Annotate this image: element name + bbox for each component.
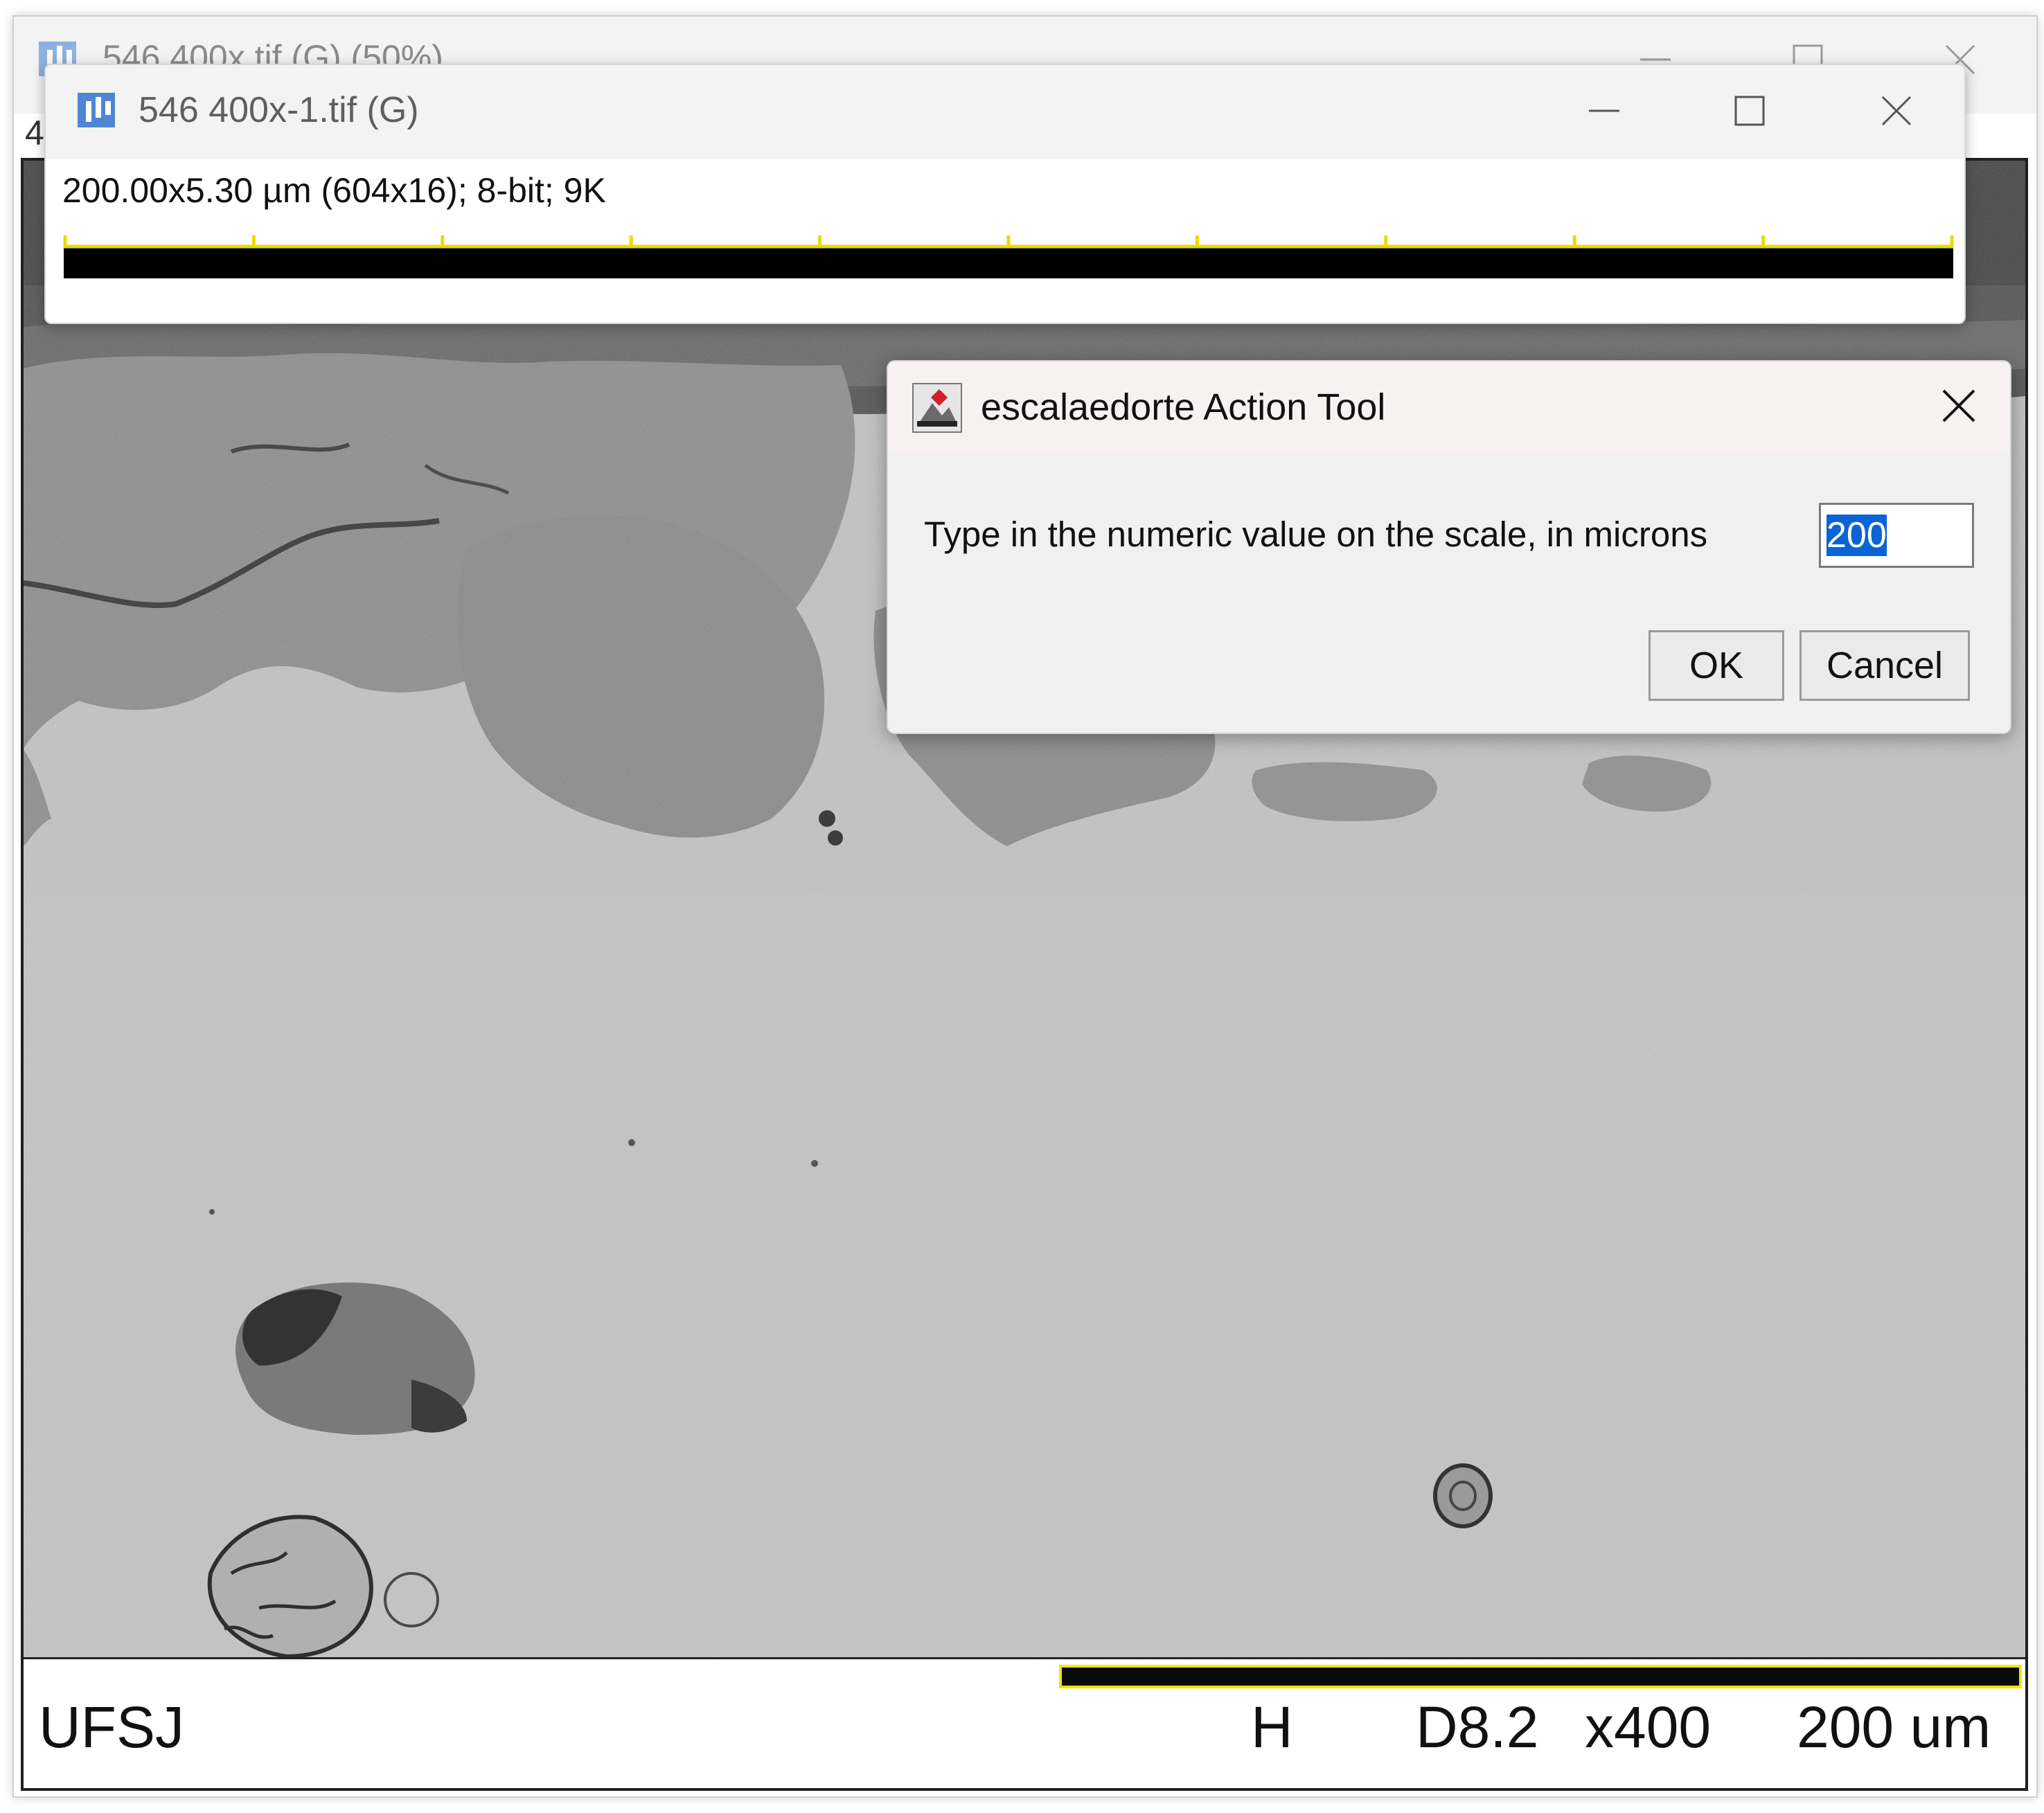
dialog-title: escalaedorte Action Tool <box>981 386 1386 428</box>
minimize-icon[interactable] <box>1585 91 1624 130</box>
sem-working-distance-label: D8.2 <box>1416 1695 1539 1760</box>
action-tool-icon <box>912 383 962 433</box>
close-icon[interactable] <box>1938 385 1980 427</box>
scale-window-title: 546 400x-1.tif (G) <box>139 90 419 130</box>
sem-institution-label: UFSJ <box>39 1695 184 1760</box>
sem-scale-bar <box>1059 1665 2022 1688</box>
sem-info-bar: UFSJ H D8.2 x400 200 um <box>24 1657 2025 1788</box>
imagej-icon <box>78 93 115 127</box>
close-icon[interactable] <box>1877 91 1916 130</box>
dialog-prompt-label: Type in the numeric value on the scale, … <box>924 515 1708 554</box>
scale-window-titlebar[interactable]: 546 400x-1.tif (G) <box>46 65 1964 159</box>
cancel-button[interactable]: Cancel <box>1799 630 1970 701</box>
dialog-titlebar[interactable]: escalaedorte Action Tool <box>888 361 2010 454</box>
sem-scale-label: 200 um <box>1797 1695 1991 1760</box>
imagej-scale-bar <box>63 235 1954 278</box>
scale-bar-window[interactable]: 546 400x-1.tif (G) 200.00x5.30 µm (604x1… <box>44 64 1966 324</box>
action-tool-dialog[interactable]: escalaedorte Action Tool Type in the num… <box>887 360 2011 734</box>
maximize-icon[interactable] <box>1730 91 1769 130</box>
sem-mode-label: H <box>1251 1695 1293 1760</box>
ok-button[interactable]: OK <box>1648 630 1784 701</box>
sem-magnification-label: x400 <box>1585 1695 1712 1760</box>
back-window-info: 4 <box>25 114 44 152</box>
scale-value-input[interactable] <box>1819 503 1974 568</box>
scale-window-info: 200.00x5.30 µm (604x16); 8-bit; 9K <box>62 171 606 210</box>
desktop: 546 400x.tif (G) (50%) 4 UFSJ H D8.2 x40… <box>0 0 2044 1813</box>
